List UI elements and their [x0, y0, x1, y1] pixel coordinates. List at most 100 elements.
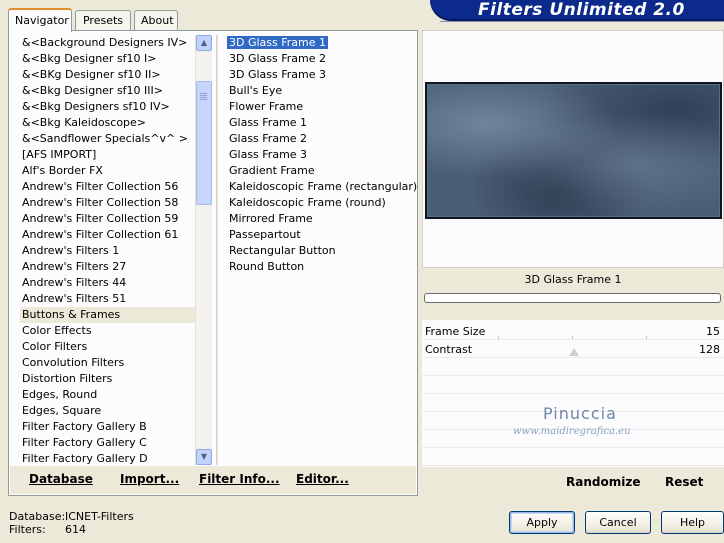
category-item-label: Buttons & Frames: [22, 308, 121, 321]
apply-button[interactable]: Apply: [509, 511, 575, 534]
category-item-label: &<Bkg Kaleidoscope>: [22, 116, 147, 129]
category-item-label: &<Bkg Designers sf10 IV>: [22, 100, 170, 113]
category-item-label: Distortion Filters: [22, 372, 113, 385]
category-item[interactable]: Andrew's Filters 27: [20, 259, 196, 275]
category-list[interactable]: &<Background Designers IV> &<Bkg Designer…: [20, 35, 196, 465]
filter-item[interactable]: Glass Frame 2: [227, 131, 417, 147]
parameter-panel: Frame Size 15 Contrast 128: [422, 320, 724, 467]
category-item-label: &<Sandflower Specials^v^ >: [22, 132, 188, 145]
category-item-label: Filter Factory Gallery B: [22, 420, 147, 433]
filter-item[interactable]: Kaleidoscopic Frame (rectangular): [227, 179, 417, 195]
category-item[interactable]: Andrew's Filter Collection 61: [20, 227, 196, 243]
import-button[interactable]: Import...: [120, 472, 179, 486]
preview-actions: Randomize Reset: [422, 467, 724, 496]
editor-button[interactable]: Editor...: [296, 472, 349, 486]
tab-presets[interactable]: Presets: [75, 10, 131, 30]
category-item[interactable]: Distortion Filters: [20, 371, 196, 387]
database-status-value: ICNET-Filters: [65, 510, 134, 523]
list-splitter[interactable]: [216, 35, 218, 465]
param-empty-row: [422, 358, 724, 376]
category-item[interactable]: &<Bkg Designer sf10 III>: [20, 83, 196, 99]
category-item[interactable]: Andrew's Filters 51: [20, 291, 196, 307]
category-item[interactable]: Filter Factory Gallery B: [20, 419, 196, 435]
filter-item[interactable]: Glass Frame 1: [227, 115, 417, 131]
category-item[interactable]: &<Bkg Designer sf10 I>: [20, 51, 196, 67]
category-item-label: Convolution Filters: [22, 356, 125, 369]
filter-list[interactable]: 3D Glass Frame 1 3D Glass Frame 2 3D Glass…: [227, 35, 417, 465]
category-item[interactable]: Filter Factory Gallery C: [20, 435, 196, 451]
filter-item[interactable]: 3D Glass Frame 2: [227, 51, 417, 67]
database-button[interactable]: Database: [29, 472, 93, 486]
filter-item[interactable]: 3D Glass Frame 1: [227, 35, 417, 51]
filter-item[interactable]: Round Button: [227, 259, 417, 275]
filter-item[interactable]: Rectangular Button: [227, 243, 417, 259]
category-item[interactable]: &<BKg Designer sf10 II>: [20, 67, 196, 83]
category-item[interactable]: Alf's Border FX: [20, 163, 196, 179]
reset-button[interactable]: Reset: [665, 475, 703, 489]
filter-item-label: Glass Frame 2: [229, 132, 308, 145]
category-item-label: Color Effects: [22, 324, 92, 337]
param-contrast[interactable]: Contrast 128: [422, 340, 724, 358]
filter-item-label: Mirrored Frame: [229, 212, 313, 225]
category-item[interactable]: Andrew's Filter Collection 59: [20, 211, 196, 227]
database-button-label: Database: [29, 472, 93, 486]
category-item[interactable]: Convolution Filters: [20, 355, 196, 371]
category-item-label: Filter Factory Gallery D: [22, 452, 148, 465]
category-item[interactable]: [AFS IMPORT]: [20, 147, 196, 163]
category-item-label: Andrew's Filters 44: [22, 276, 127, 289]
arrow-up-icon[interactable]: ▲: [196, 35, 212, 51]
category-item[interactable]: Andrew's Filters 44: [20, 275, 196, 291]
filter-item[interactable]: Gradient Frame: [227, 163, 417, 179]
filter-item-label: Gradient Frame: [229, 164, 315, 177]
filter-item[interactable]: Flower Frame: [227, 99, 417, 115]
category-item[interactable]: Color Effects: [20, 323, 196, 339]
randomize-button[interactable]: Randomize: [566, 475, 640, 489]
cancel-button[interactable]: Cancel: [585, 511, 651, 534]
filter-item[interactable]: Mirrored Frame: [227, 211, 417, 227]
category-item[interactable]: Color Filters: [20, 339, 196, 355]
arrow-down-icon[interactable]: ▼: [196, 449, 212, 465]
param-value: 15: [706, 325, 720, 338]
filter-item[interactable]: 3D Glass Frame 3: [227, 67, 417, 83]
tab-navigator[interactable]: Navigator: [8, 8, 72, 32]
category-item-label: &<Bkg Designer sf10 I>: [22, 52, 157, 65]
param-frame-size[interactable]: Frame Size 15: [422, 322, 724, 340]
category-item[interactable]: Andrew's Filter Collection 58: [20, 195, 196, 211]
filter-item-label: 3D Glass Frame 1: [227, 36, 329, 49]
category-item[interactable]: Andrew's Filter Collection 56: [20, 179, 196, 195]
filter-item-label: Round Button: [229, 260, 305, 273]
category-scrollbar[interactable]: ▲ ▼: [195, 35, 212, 465]
slider-thumb[interactable]: [569, 348, 579, 356]
help-button[interactable]: Help: [661, 511, 724, 534]
filter-item[interactable]: Passepartout: [227, 227, 417, 243]
filter-info-button[interactable]: Filter Info...: [199, 472, 280, 486]
status-info: Database: ICNET-Filters Filters: 614: [9, 510, 134, 536]
category-item-label: Andrew's Filter Collection 58: [22, 196, 179, 209]
category-item[interactable]: Andrew's Filters 1: [20, 243, 196, 259]
category-item[interactable]: Edges, Round: [20, 387, 196, 403]
slider-tick: [646, 336, 647, 339]
grip-icon: [200, 93, 207, 101]
category-item[interactable]: Buttons & Frames: [20, 307, 196, 323]
filter-item[interactable]: Bull's Eye: [227, 83, 417, 99]
category-item-label: Filter Factory Gallery C: [22, 436, 147, 449]
category-item[interactable]: &<Background Designers IV>: [20, 35, 196, 51]
filters-status-value: 614: [65, 523, 86, 536]
filter-item[interactable]: Kaleidoscopic Frame (round): [227, 195, 417, 211]
category-item-label: &<Bkg Designer sf10 III>: [22, 84, 164, 97]
filter-item-label: Kaleidoscopic Frame (rectangular): [229, 180, 417, 193]
tab-about[interactable]: About: [134, 10, 178, 30]
category-item[interactable]: Edges, Square: [20, 403, 196, 419]
category-item[interactable]: &<Bkg Kaleidoscope>: [20, 115, 196, 131]
filter-item-label: Glass Frame 1: [229, 116, 308, 129]
category-item[interactable]: Filter Factory Gallery D: [20, 451, 196, 465]
category-item[interactable]: &<Bkg Designers sf10 IV>: [20, 99, 196, 115]
category-item[interactable]: &<Sandflower Specials^v^ >: [20, 131, 196, 147]
app-title: Filters Unlimited 2.0: [478, 0, 685, 20]
category-item-label: Andrew's Filter Collection 61: [22, 228, 179, 241]
filter-item[interactable]: Glass Frame 3: [227, 147, 417, 163]
slider-tick: [498, 336, 499, 339]
preview-image: [425, 82, 722, 219]
param-empty-row: [422, 448, 724, 466]
navigator-panel: &<Background Designers IV> &<Bkg Designer…: [8, 30, 418, 496]
